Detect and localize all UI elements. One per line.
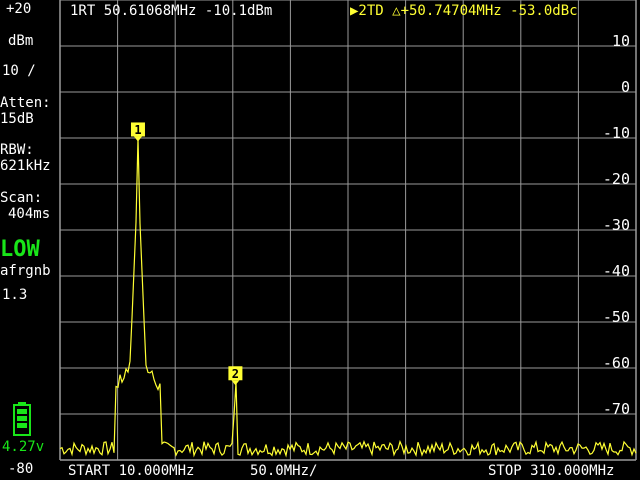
per-division: 50.0MHz/	[250, 463, 318, 479]
marker-layer: 12	[130, 122, 243, 386]
rbw-value[interactable]: 621kHz	[0, 159, 51, 173]
amplitude-tick-label: -70	[602, 400, 630, 418]
amplitude-tick-label: -10	[602, 124, 630, 142]
bottom-level: -80	[8, 461, 34, 477]
version-label: 1.3	[2, 287, 28, 303]
ref-level[interactable]: +20	[6, 2, 31, 16]
amplitude-tick-label: 10	[611, 32, 630, 50]
stop-frequency[interactable]: STOP 310.000MHz	[488, 464, 614, 478]
spectrum-display[interactable]: 12	[0, 0, 640, 480]
amplitude-tick-label: -20	[602, 170, 630, 188]
marker1-readout: 1RT 50.61068MHz -10.1dBm	[70, 3, 273, 19]
mode-sub-label: afrgnb	[0, 263, 51, 279]
amplitude-tick-label: -50	[602, 308, 630, 326]
mode-indicator: LOW	[0, 237, 40, 262]
scan-label: Scan:	[0, 190, 43, 206]
rbw-label: RBW:	[0, 142, 34, 158]
amplitude-tick-label: 0	[620, 78, 630, 96]
battery-icon	[13, 402, 31, 436]
marker2-readout: ▶2TD △+50.74704MHz -53.0dBc	[350, 3, 578, 19]
amplitude-tick-label: -30	[602, 216, 630, 234]
marker-1[interactable]: 1	[130, 122, 145, 142]
battery-voltage: 4.27v	[2, 439, 45, 455]
scan-value: 404ms	[8, 206, 51, 222]
marker-2-label: 2	[232, 367, 239, 381]
start-frequency[interactable]: START 10.000MHz	[68, 464, 194, 478]
unit-label: dBm	[8, 33, 34, 49]
graticule	[59, 0, 637, 461]
atten-value[interactable]: 15dB	[0, 112, 34, 126]
atten-label: Atten:	[0, 95, 51, 111]
amplitude-tick-label: -60	[602, 354, 630, 372]
amplitude-tick-label: -40	[602, 262, 630, 280]
marker-1-label: 1	[134, 123, 141, 137]
scale-label[interactable]: 10 /	[2, 64, 36, 78]
marker-2[interactable]: 2	[228, 366, 243, 386]
